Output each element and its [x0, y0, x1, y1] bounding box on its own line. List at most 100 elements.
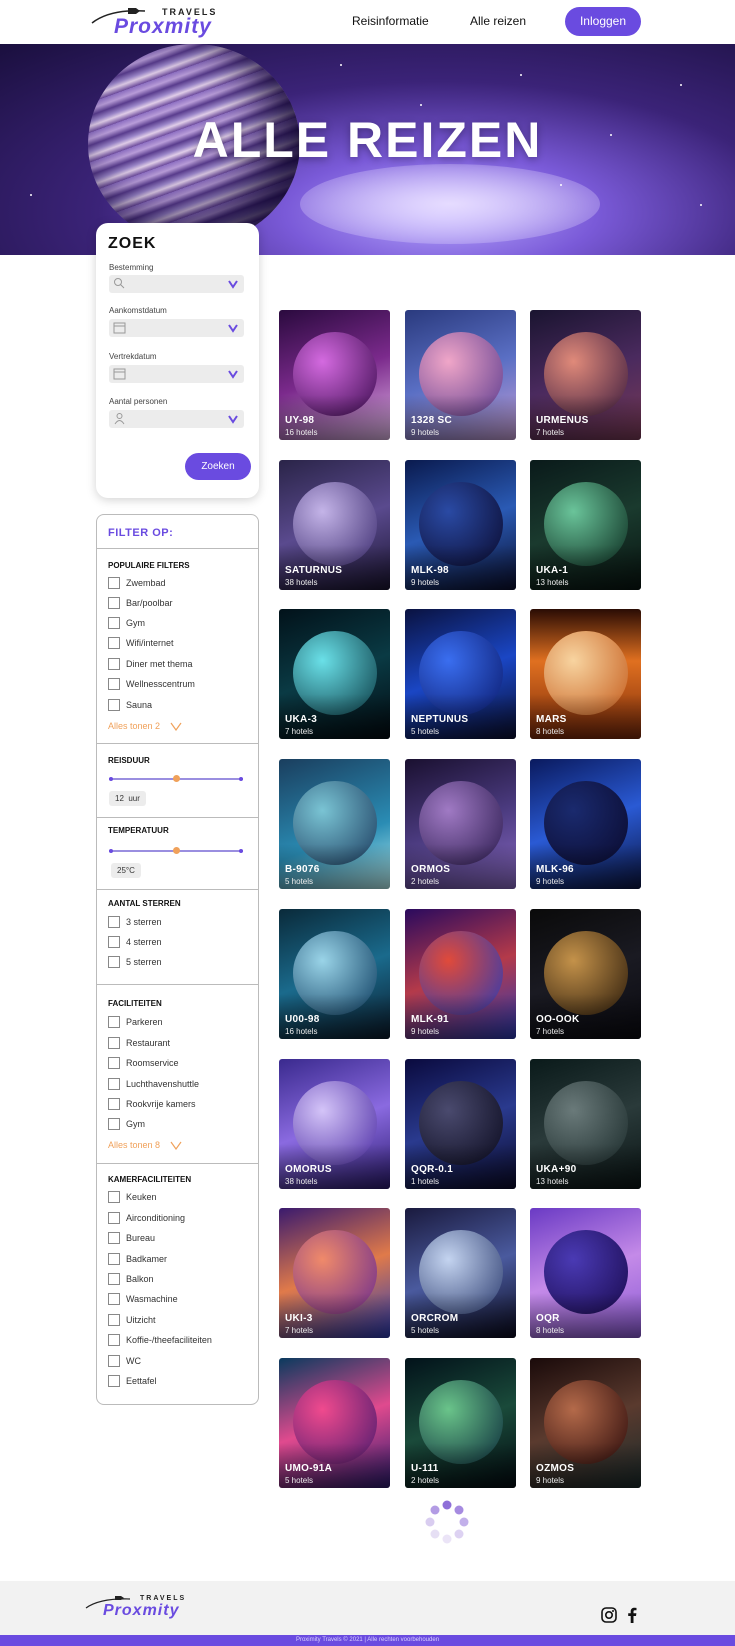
hotel-count: 8 hotels [536, 1326, 565, 1335]
checkbox[interactable] [108, 1273, 120, 1285]
destination-card[interactable]: OO-OOK 7 hotels [530, 909, 641, 1039]
search-panel: ZOEK Bestemming Aankomstdatum Vertrekdat… [96, 223, 259, 498]
checkbox[interactable] [108, 1037, 120, 1049]
destination-card[interactable]: UKA+90 13 hotels [530, 1059, 641, 1189]
divider [97, 548, 258, 549]
destination-card[interactable]: SATURNUS 38 hotels [279, 460, 390, 590]
destination-name: ORCROM [411, 1313, 459, 1324]
hotel-count: 9 hotels [411, 428, 440, 437]
room-facilities-title: KAMERFACILITEITEN [108, 1175, 192, 1184]
checkbox[interactable] [108, 956, 120, 968]
hotel-count: 7 hotels [285, 727, 314, 736]
checkbox[interactable] [108, 1334, 120, 1346]
chevron-down-icon [228, 370, 238, 379]
checkbox[interactable] [108, 1078, 120, 1090]
destination-name: OO-OOK [536, 1014, 580, 1025]
checkbox[interactable] [108, 1314, 120, 1326]
destination-card[interactable]: ORCROM 5 hotels [405, 1208, 516, 1338]
destination-name: MLK-91 [411, 1014, 449, 1025]
filter-panel: FILTER OP: POPULAIRE FILTERS Zwembad Bar… [96, 514, 259, 1405]
checkbox[interactable] [108, 597, 120, 609]
chevron-down-icon [228, 415, 238, 424]
destination-card[interactable]: MLK-98 9 hotels [405, 460, 516, 590]
destination-card[interactable]: URMENUS 7 hotels [530, 310, 641, 440]
checkbox[interactable] [108, 916, 120, 928]
checkbox[interactable] [108, 617, 120, 629]
destination-label: Bestemming [109, 263, 154, 272]
site-footer: TRAVELS Proxmity [0, 1581, 735, 1635]
arrival-date-select[interactable] [109, 319, 244, 337]
destination-card[interactable]: UKA-1 13 hotels [530, 460, 641, 590]
checkbox[interactable] [108, 678, 120, 690]
checkbox[interactable] [108, 1253, 120, 1265]
logo-wordmark: Proxmity [114, 15, 212, 38]
destination-card[interactable]: 1328 SC 9 hotels [405, 310, 516, 440]
checkbox[interactable] [108, 637, 120, 649]
logo[interactable]: TRAVELS Proxmity [90, 5, 220, 39]
checkbox[interactable] [108, 658, 120, 670]
footer-logo[interactable]: TRAVELS Proxmity [85, 1595, 185, 1623]
destination-name: 1328 SC [411, 415, 453, 426]
nav-reisinformatie[interactable]: Reisinformatie [352, 14, 429, 28]
divider [97, 743, 258, 744]
checkbox[interactable] [108, 1355, 120, 1367]
destination-card[interactable]: UY-98 16 hotels [279, 310, 390, 440]
destination-name: MLK-96 [536, 864, 574, 875]
login-button[interactable]: Inloggen [565, 7, 641, 36]
divider [97, 817, 258, 818]
hotel-count: 5 hotels [411, 1326, 440, 1335]
hotel-count: 38 hotels [285, 1177, 318, 1186]
stars-title: AANTAL STERREN [108, 899, 181, 908]
checkbox[interactable] [108, 699, 120, 711]
temperature-slider[interactable] [109, 847, 243, 855]
checkbox[interactable] [108, 1098, 120, 1110]
destination-card[interactable]: OQR 8 hotels [530, 1208, 641, 1338]
destination-select[interactable] [109, 275, 244, 293]
instagram-icon[interactable] [601, 1607, 617, 1623]
destination-card[interactable]: ORMOS 2 hotels [405, 759, 516, 889]
checkbox[interactable] [108, 1191, 120, 1203]
checkbox[interactable] [108, 1212, 120, 1224]
checkbox[interactable] [108, 1016, 120, 1028]
checkbox[interactable] [108, 936, 120, 948]
checkbox[interactable] [108, 1232, 120, 1244]
checkbox[interactable] [108, 1057, 120, 1069]
duration-value: 12 uur [109, 791, 146, 806]
departure-date-select[interactable] [109, 365, 244, 383]
hotel-count: 9 hotels [411, 1027, 440, 1036]
hotel-count: 13 hotels [536, 1177, 569, 1186]
hotel-count: 8 hotels [536, 727, 565, 736]
hotel-count: 7 hotels [285, 1326, 314, 1335]
destination-card[interactable]: MLK-96 9 hotels [530, 759, 641, 889]
duration-slider[interactable] [109, 775, 243, 783]
search-title: ZOEK [108, 235, 157, 252]
show-more-facilities[interactable]: Alles tonen 8 [108, 1140, 182, 1150]
show-more-popular[interactable]: Alles tonen 2 [108, 721, 182, 731]
temperature-title: TEMPERATUUR [108, 826, 169, 835]
search-button[interactable]: Zoeken [185, 453, 251, 480]
destination-card[interactable]: B-9076 5 hotels [279, 759, 390, 889]
destination-card[interactable]: UMO-91A 5 hotels [279, 1358, 390, 1488]
destination-card[interactable]: UKA-3 7 hotels [279, 609, 390, 739]
destination-card[interactable]: QQR-0.1 1 hotels [405, 1059, 516, 1189]
destination-card[interactable]: NEPTUNUS 5 hotels [405, 609, 516, 739]
destination-card[interactable]: UKI-3 7 hotels [279, 1208, 390, 1338]
destination-card[interactable]: OZMOS 9 hotels [530, 1358, 641, 1488]
destination-card[interactable]: U-111 2 hotels [405, 1358, 516, 1488]
chevron-down-icon [228, 324, 238, 333]
destination-card[interactable]: MLK-91 9 hotels [405, 909, 516, 1039]
facebook-icon[interactable] [624, 1607, 640, 1623]
slider-handle[interactable] [173, 847, 180, 854]
destination-name: B-9076 [285, 864, 320, 875]
nav-alle-reizen[interactable]: Alle reizen [470, 14, 526, 28]
checkbox[interactable] [108, 1293, 120, 1305]
destination-card[interactable]: OMORUS 38 hotels [279, 1059, 390, 1189]
checkbox[interactable] [108, 1375, 120, 1387]
guests-select[interactable] [109, 410, 244, 428]
checkbox[interactable] [108, 577, 120, 589]
destination-card[interactable]: U00-98 16 hotels [279, 909, 390, 1039]
checkbox[interactable] [108, 1118, 120, 1130]
slider-handle[interactable] [173, 775, 180, 782]
guests-label: Aantal personen [109, 397, 168, 406]
destination-card[interactable]: MARS 8 hotels [530, 609, 641, 739]
